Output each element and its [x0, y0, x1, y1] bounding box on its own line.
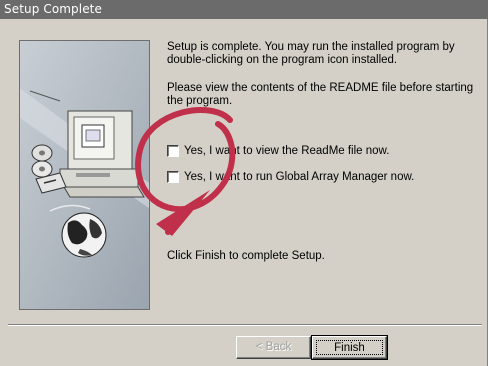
readme-checkbox-row[interactable]: Yes, I want to view the ReadMe file now. — [167, 144, 389, 158]
button-separator — [8, 324, 482, 326]
finish-button-label[interactable]: Finish — [316, 340, 383, 355]
setup-dialog: Setup Complete Setup is complete. You ma… — [0, 0, 488, 366]
run-program-checkbox-label[interactable]: Yes, I want to run Global Array Manager … — [184, 171, 414, 184]
run-program-checkbox[interactable] — [167, 171, 179, 183]
finish-button[interactable]: Finish — [311, 335, 388, 360]
back-button[interactable]: < Back — [236, 336, 311, 359]
setup-complete-text: Setup is complete. You may run the insta… — [167, 41, 455, 66]
finish-instruction-text: Click Finish to complete Setup. — [167, 250, 325, 262]
monitor-computer-icon — [59, 110, 145, 198]
side-illustration-panel — [19, 40, 150, 310]
run-program-checkbox-row[interactable]: Yes, I want to run Global Array Manager … — [167, 170, 414, 184]
title-bar: Setup Complete — [0, 0, 488, 19]
readme-checkbox[interactable] — [167, 145, 179, 157]
setup-illustration — [20, 41, 149, 309]
readme-instruction-text: Please view the contents of the README f… — [167, 82, 474, 107]
readme-checkbox-label[interactable]: Yes, I want to view the ReadMe file now. — [184, 145, 389, 158]
window-title: Setup Complete — [4, 2, 102, 16]
